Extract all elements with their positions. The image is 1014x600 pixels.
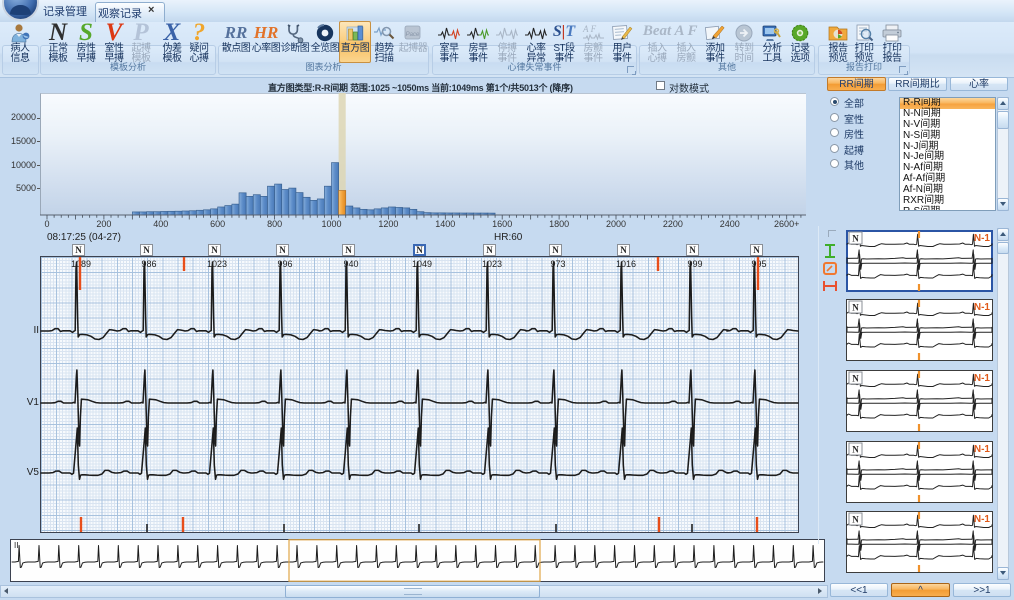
svg-text:A F: A F [582,24,597,34]
svg-text:Pace: Pace [406,32,420,38]
svg-text:N: N [852,445,859,455]
svg-text:1600: 1600 [492,219,512,229]
svg-text:2400: 2400 [720,219,740,229]
svg-text:2200: 2200 [663,219,683,229]
svg-text:1800: 1800 [549,219,569,229]
svg-text:N-1: N-1 [974,444,991,455]
svg-text:1000: 1000 [321,219,341,229]
svg-text:N: N [852,515,859,525]
svg-text:800: 800 [267,219,282,229]
svg-text:600: 600 [210,219,225,229]
svg-text:0: 0 [44,219,49,229]
svg-text:N: N [852,234,859,244]
svg-text:2600+: 2600+ [774,219,799,229]
svg-text:N: N [852,374,859,384]
svg-text:400: 400 [153,219,168,229]
svg-text:N-1: N-1 [974,302,991,313]
svg-text:N-1: N-1 [974,373,991,384]
svg-text:N-1: N-1 [974,233,991,244]
svg-text:200: 200 [96,219,111,229]
svg-text:1200: 1200 [378,219,398,229]
svg-text:N: N [852,303,859,313]
svg-text:1400: 1400 [435,219,455,229]
svg-text:N-1: N-1 [974,514,991,525]
svg-text:II: II [14,541,18,550]
svg-text:2000: 2000 [606,219,626,229]
